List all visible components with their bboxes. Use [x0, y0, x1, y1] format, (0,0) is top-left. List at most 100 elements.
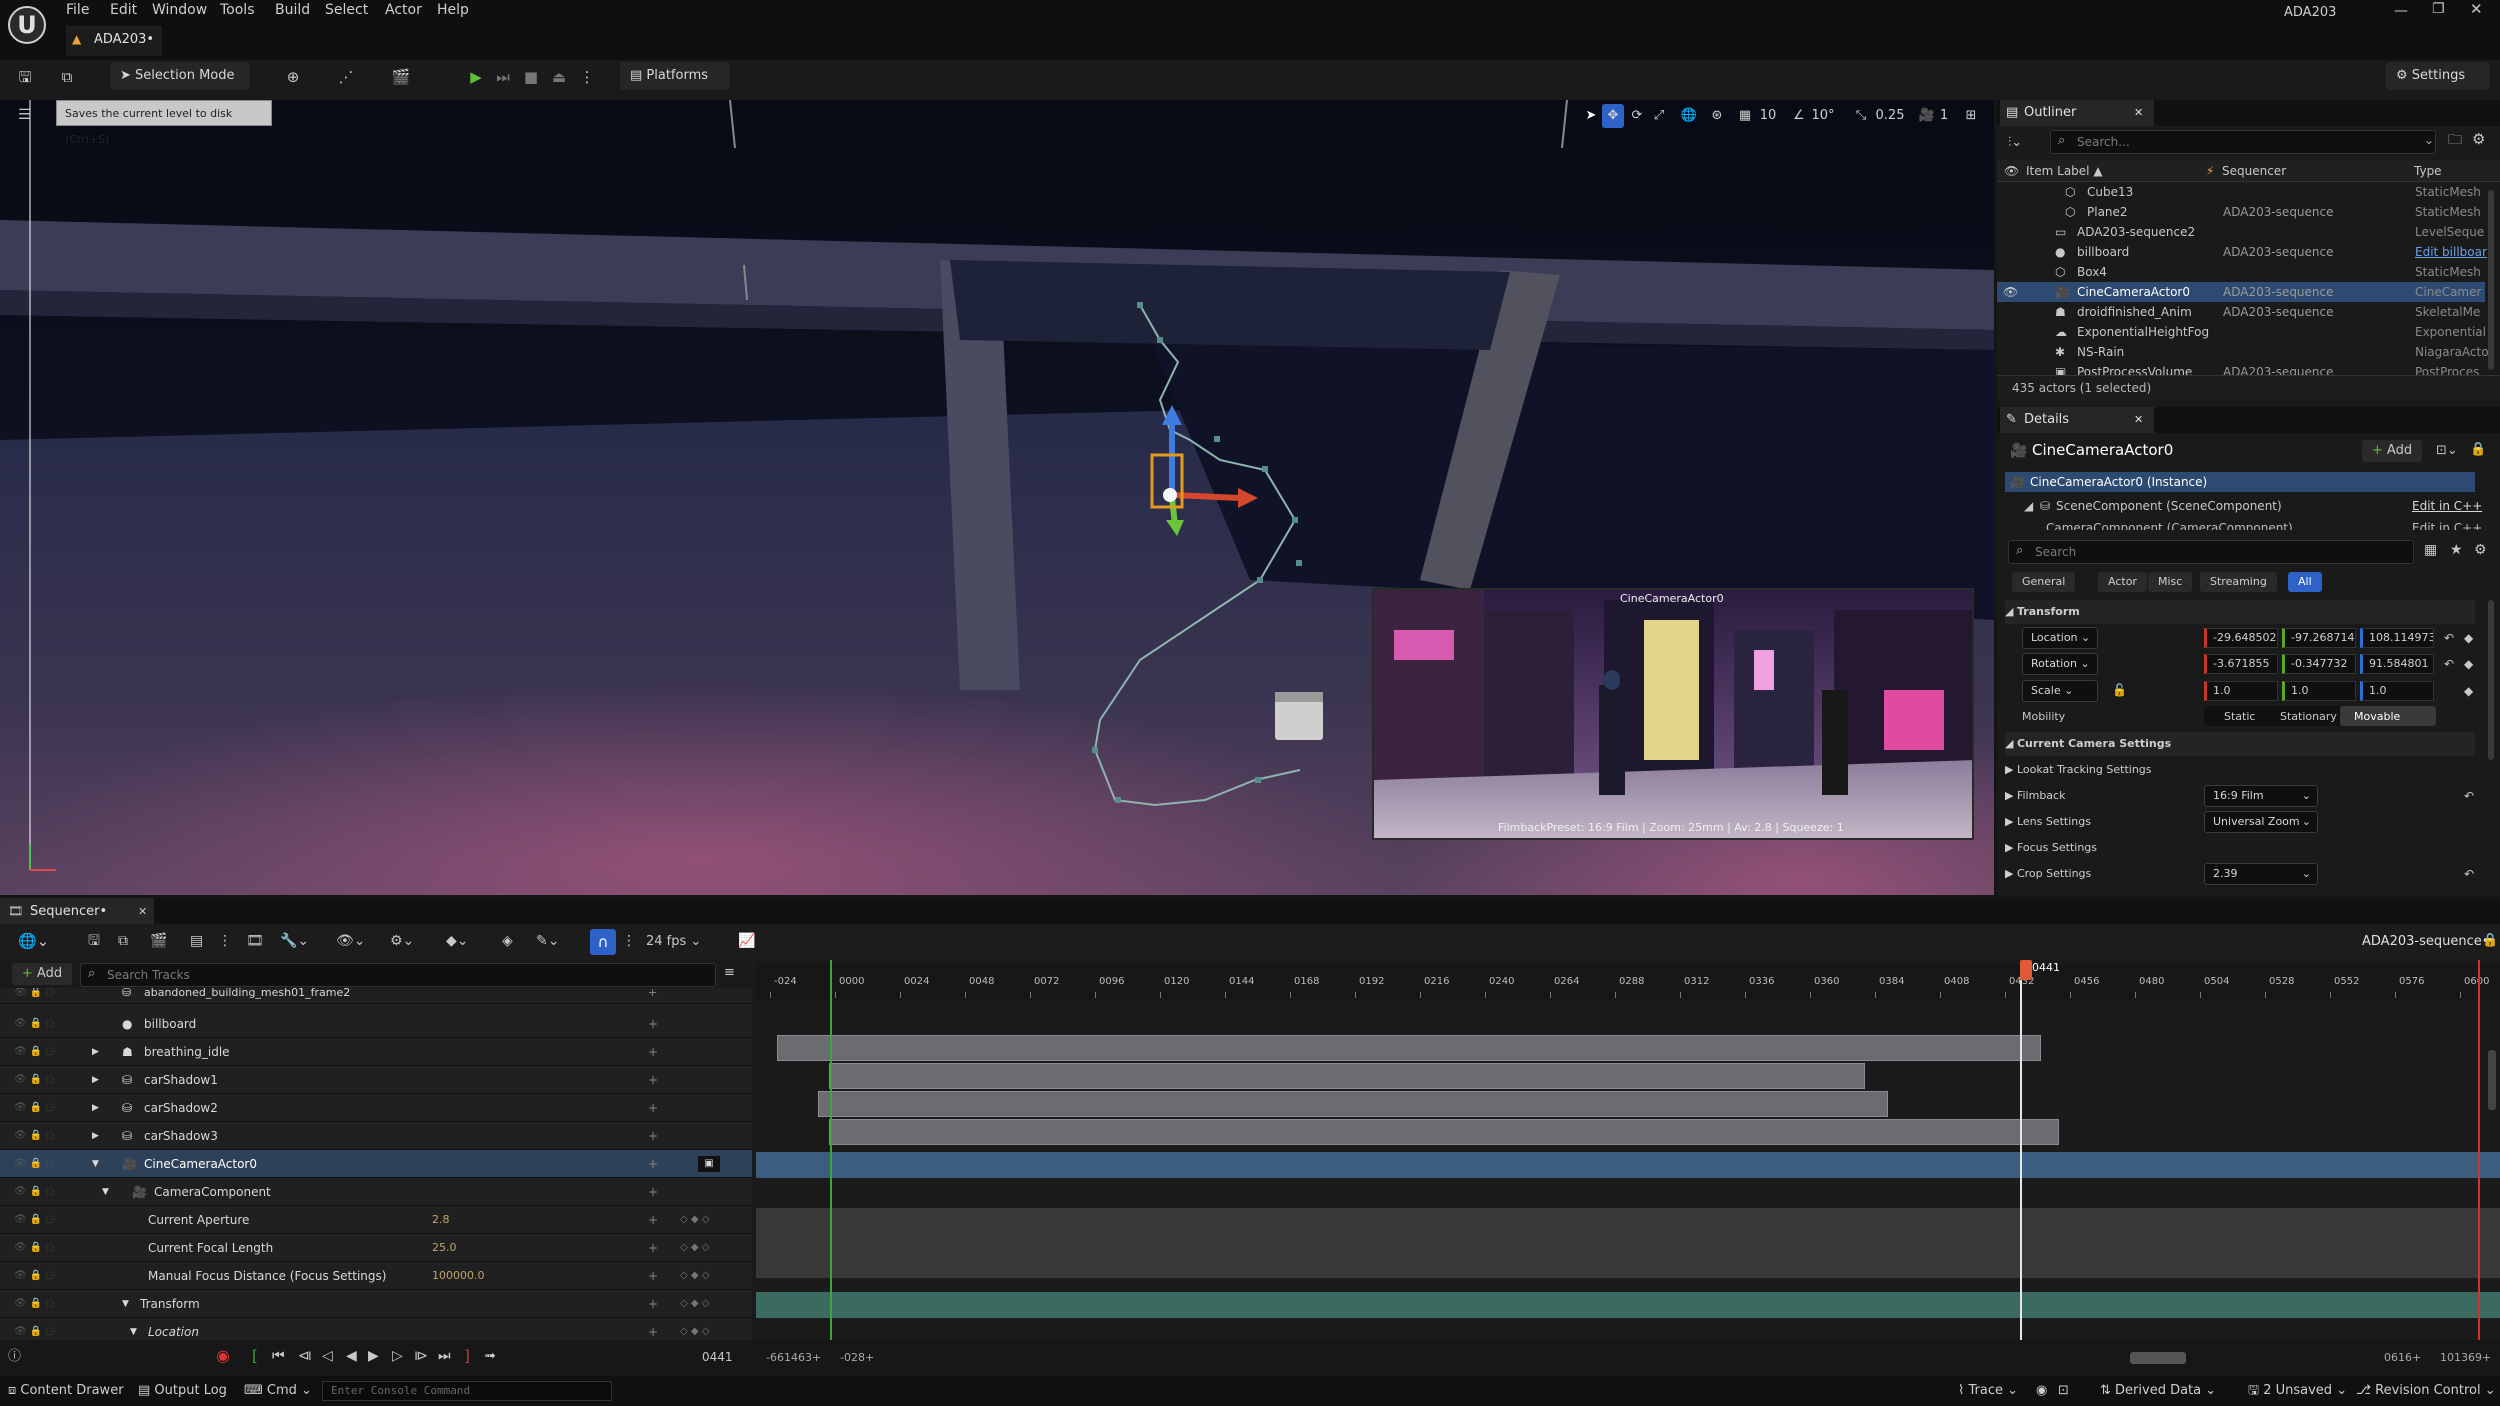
outliner-settings-icon[interactable]: ⚙	[2472, 132, 2485, 147]
breathing-idle-section[interactable]	[777, 1035, 2041, 1061]
set-end-icon[interactable]: ]	[464, 1349, 470, 1364]
details-settings-icon[interactable]: ⚙	[2474, 543, 2487, 557]
scale-dropdown[interactable]: Scale ⌄	[2022, 680, 2098, 702]
edit-mode-icon[interactable]: ✎⌄	[536, 934, 559, 948]
track-visibility-lock-icon[interactable]: 👁 🔒 ◌	[14, 1038, 54, 1066]
actions-icon[interactable]: ▤	[190, 934, 203, 948]
world-icon[interactable]: 🌐⌄	[18, 934, 49, 949]
unsaved-button[interactable]: 🖫 2 Unsaved ⌄	[2248, 1382, 2347, 1400]
details-scrollbar[interactable]	[2488, 600, 2494, 760]
keyframe-icon[interactable]: ◆	[2464, 658, 2473, 670]
track-value-field[interactable]: 2.8	[432, 1206, 450, 1234]
expand-arrow-icon[interactable]: ▶	[92, 1122, 99, 1150]
track-visibility-lock-icon[interactable]: 👁 🔒 ◌	[14, 1234, 54, 1262]
add-folder-icon[interactable]: 🗀	[2448, 133, 2462, 147]
focus-settings-row[interactable]: ▶ Focus Settings	[2005, 836, 2097, 860]
play-icon[interactable]: ▶	[463, 64, 489, 90]
revision-control-button[interactable]: ⎇ Revision Control ⌄	[2356, 1382, 2496, 1400]
working-range-end[interactable]: 0616+	[2384, 1352, 2421, 1363]
unreal-logo-icon[interactable]: U	[8, 6, 46, 44]
track-visibility-lock-icon[interactable]: 👁 🔒 ◌	[14, 1262, 54, 1290]
scene-component-label[interactable]: SceneComponent (SceneComponent)	[2056, 500, 2282, 512]
scale-y-field[interactable]: 1.0	[2282, 681, 2356, 701]
blueprint-icon[interactable]: ⊡⌄	[2436, 444, 2458, 457]
reset-icon[interactable]: ↶	[2444, 632, 2454, 644]
rotation-z-field[interactable]: 91.584801 °	[2360, 654, 2434, 674]
track-row[interactable]: 👁 🔒 ◌ ● billboard +	[0, 1010, 752, 1038]
play-forward-icon[interactable]: ▶	[368, 1349, 379, 1363]
translate-icon[interactable]: ✥	[1602, 104, 1624, 128]
location-z-field[interactable]: 108.114973	[2360, 628, 2434, 648]
surface-snap-icon[interactable]: ⊛	[1706, 104, 1728, 128]
filter-all[interactable]: All	[2288, 572, 2322, 592]
sequencer-close-icon[interactable]: ✕	[138, 906, 147, 917]
filter-general[interactable]: General	[2012, 572, 2076, 592]
add-key-icon[interactable]: +	[648, 1038, 658, 1066]
outliner-col-type[interactable]: Type	[2414, 165, 2442, 177]
track-row[interactable]: 👁 🔒 ◌ ▼ Transform + ◇ ◆ ◇	[0, 1290, 752, 1318]
derived-data-button[interactable]: ⇅ Derived Data ⌄	[2100, 1382, 2216, 1400]
snap-options-icon[interactable]: ⋮	[622, 934, 636, 948]
car-shadow-2-section[interactable]	[818, 1091, 1888, 1117]
camera-lock-icon[interactable]: ▣	[698, 1156, 720, 1172]
mobility-movable[interactable]: Movable	[2354, 711, 2400, 722]
restore-icon[interactable]: ❐	[2432, 2, 2445, 16]
reset-icon[interactable]: ↶	[2464, 790, 2474, 802]
lookat-row[interactable]: ▶ Lookat Tracking Settings	[2005, 758, 2152, 782]
scale-x-field[interactable]: 1.0	[2204, 681, 2278, 701]
outliner-row[interactable]: ☁ ExponentialHeightFog Exponential	[1997, 322, 2487, 342]
playhead-marker[interactable]	[2020, 960, 2032, 980]
track-visibility-lock-icon[interactable]: 👁 🔒 ◌	[14, 1178, 54, 1206]
track-visibility-lock-icon[interactable]: 👁 🔒 ◌	[14, 988, 54, 998]
add-key-icon[interactable]: +	[648, 1262, 658, 1290]
select-mode-icon[interactable]: ➤	[1580, 104, 1602, 128]
camera-speed-value[interactable]: 1	[1936, 104, 1952, 128]
snap-magnet-icon[interactable]: ∩	[590, 929, 616, 955]
outliner-row[interactable]: ● billboard ADA203-sequence Edit billboar	[1997, 242, 2487, 262]
timeline-scrollbar[interactable]	[2488, 1050, 2496, 1110]
edit-cpp-link[interactable]: Edit in C++	[2412, 500, 2482, 512]
visibility-icon[interactable]: 👁	[2003, 282, 2018, 302]
output-log-button[interactable]: ▤ Output Log	[138, 1382, 227, 1400]
expand-arrow-icon[interactable]: ▶	[92, 1094, 99, 1122]
next-key-icon[interactable]: ⧐	[414, 1349, 428, 1363]
track-value-field[interactable]: 100000.0	[432, 1262, 485, 1290]
more-options-icon[interactable]: ⋮	[574, 64, 600, 90]
render-movie-icon[interactable]: 🎬	[150, 934, 167, 948]
location-y-field[interactable]: -97.268714	[2282, 628, 2356, 648]
console-input[interactable]: Enter Console Command	[322, 1381, 612, 1401]
eject-icon[interactable]: ⏏	[546, 64, 572, 90]
add-key-icon[interactable]: +	[648, 1290, 658, 1318]
car-shadow-1-section[interactable]	[829, 1063, 1865, 1089]
add-component-button[interactable]: + Add	[2362, 440, 2422, 462]
grid-snap-value[interactable]: 10	[1756, 104, 1780, 128]
viewport-menu-icon[interactable]: ☰	[18, 108, 31, 122]
rotation-snap-icon[interactable]: ∠	[1788, 104, 1810, 128]
save-icon[interactable]: 🖫	[88, 934, 100, 948]
stop-icon[interactable]: ■	[518, 64, 544, 90]
cinematics-icon[interactable]: 🎬	[388, 64, 414, 90]
fps-dropdown[interactable]: 24 fps ⌄	[646, 935, 701, 948]
world-space-icon[interactable]: 🌐	[1678, 104, 1700, 128]
expand-arrow-icon[interactable]: ▼	[92, 1150, 99, 1178]
expand-arrow-icon[interactable]: ▶	[92, 1038, 99, 1066]
step-icon[interactable]: ⏭	[490, 64, 516, 90]
camera-speed-icon[interactable]: 🎥	[1916, 104, 1938, 128]
menu-file[interactable]: File	[66, 3, 89, 17]
track-row[interactable]: 👁 🔒 ◌ ⛁ abandoned_building_mesh01_frame2 +	[0, 988, 752, 1004]
sequence-lock-icon[interactable]: 🔒	[2482, 934, 2498, 947]
keyframe-nav-icon[interactable]: ◇ ◆ ◇	[680, 1262, 709, 1290]
add-track-button[interactable]: + Add	[12, 963, 72, 985]
filter-misc[interactable]: Misc	[2148, 572, 2193, 592]
add-key-icon[interactable]: +	[648, 1206, 658, 1234]
filter-icon[interactable]: ⫶⌄	[2008, 136, 2022, 149]
selection-mode-button[interactable]: ➤ Selection Mode ⌄	[110, 62, 250, 111]
location-dropdown[interactable]: Location ⌄	[2022, 627, 2098, 649]
menu-build[interactable]: Build	[275, 3, 310, 17]
track-row[interactable]: 👁 🔒 ◌ ▶ ⛁ carShadow2 +	[0, 1094, 752, 1122]
browse-icon[interactable]: ⧉	[54, 64, 80, 90]
key-interp-icon[interactable]: ◆⌄	[446, 934, 469, 948]
outliner-search-input[interactable]: Search...	[2050, 130, 2436, 154]
menu-actor[interactable]: Actor	[385, 3, 422, 17]
outliner-row[interactable]: ⬡ Plane2 ADA203-sequence StaticMesh	[1997, 202, 2487, 222]
